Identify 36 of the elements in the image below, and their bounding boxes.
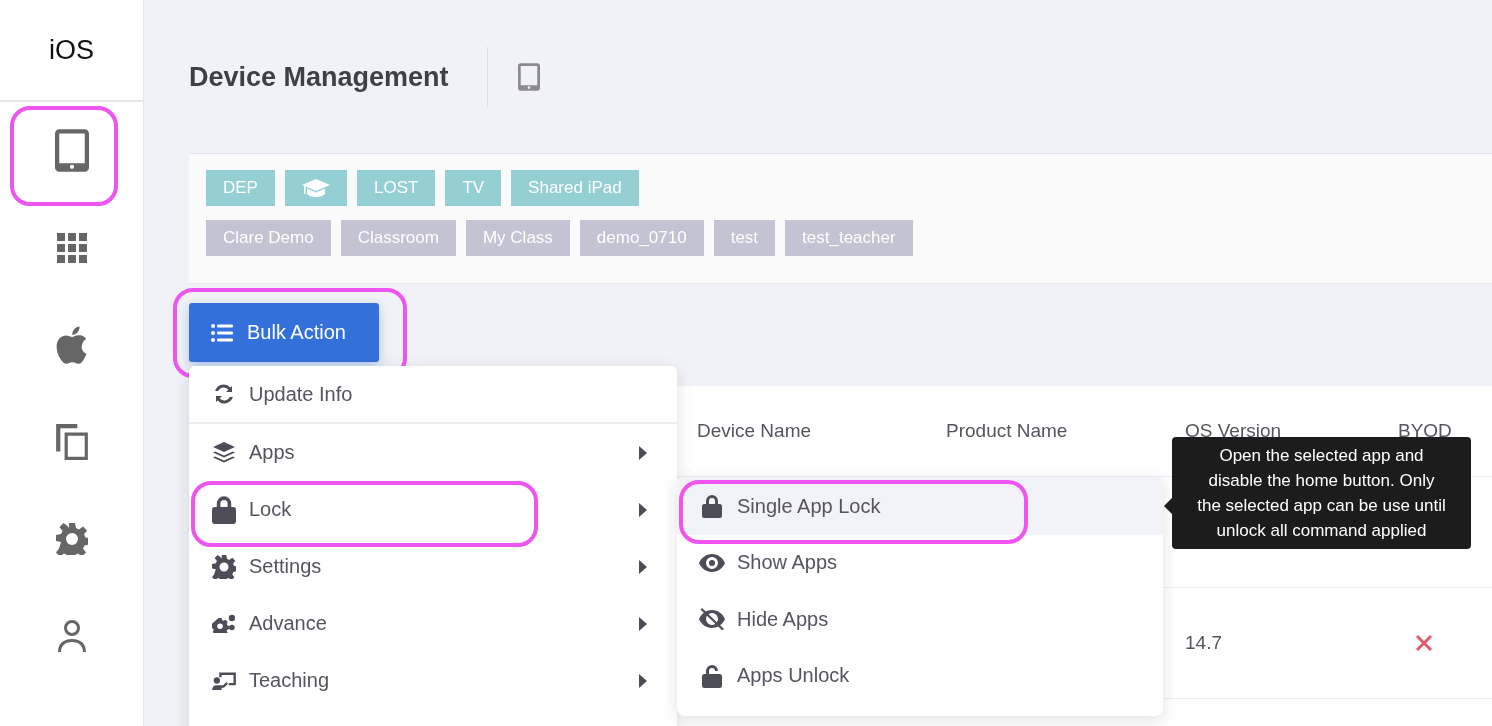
user-icon[interactable] (57, 619, 86, 652)
apple-icon[interactable] (55, 325, 88, 364)
lock-icon (212, 495, 236, 524)
layers-icon (212, 440, 236, 465)
graduation-cap-icon (301, 179, 330, 197)
tooltip: Open the selected app and disable the home button. Only the selected app can be use until unlock all command applied (1172, 437, 1471, 549)
eye-icon (699, 553, 725, 572)
sidebar-title: iOS (49, 34, 94, 66)
menu-item[interactable]: Teaching (189, 652, 677, 709)
unlock-icon (702, 663, 722, 688)
menu-item[interactable]: Settings (189, 538, 677, 595)
tablet-icon[interactable] (54, 129, 89, 172)
column-header: Device Name (697, 420, 813, 442)
page-title: Device Management (189, 46, 488, 107)
menu-item[interactable]: Apps (189, 424, 677, 481)
gear-icon[interactable] (55, 522, 88, 555)
column-header: Product Name (946, 420, 1069, 442)
submenu-item[interactable]: Single App Lock (677, 478, 1163, 535)
lock-icon (702, 494, 722, 519)
menu-item[interactable]: Advance (189, 595, 677, 652)
eye-slash-icon (699, 608, 725, 631)
copy-icon[interactable] (55, 423, 88, 460)
submenu-item[interactable]: Hide Apps (677, 591, 1163, 648)
grid-icon[interactable] (56, 232, 87, 263)
gears-icon (212, 614, 236, 633)
presenter-icon (212, 671, 236, 690)
list-icon (211, 323, 233, 342)
menu-item[interactable]: Lock (189, 481, 677, 538)
bulk-action-button[interactable]: Bulk Action (189, 303, 379, 362)
menu-item[interactable]: Update Info (189, 366, 677, 424)
submenu-item[interactable]: Apps Unlock (677, 647, 1163, 704)
table-cell-text: 14.7 (1185, 632, 1223, 654)
submenu-item[interactable]: Show Apps (677, 534, 1163, 591)
sync-icon (212, 382, 236, 406)
tablet-icon[interactable] (517, 62, 540, 91)
gear-icon (212, 554, 236, 579)
